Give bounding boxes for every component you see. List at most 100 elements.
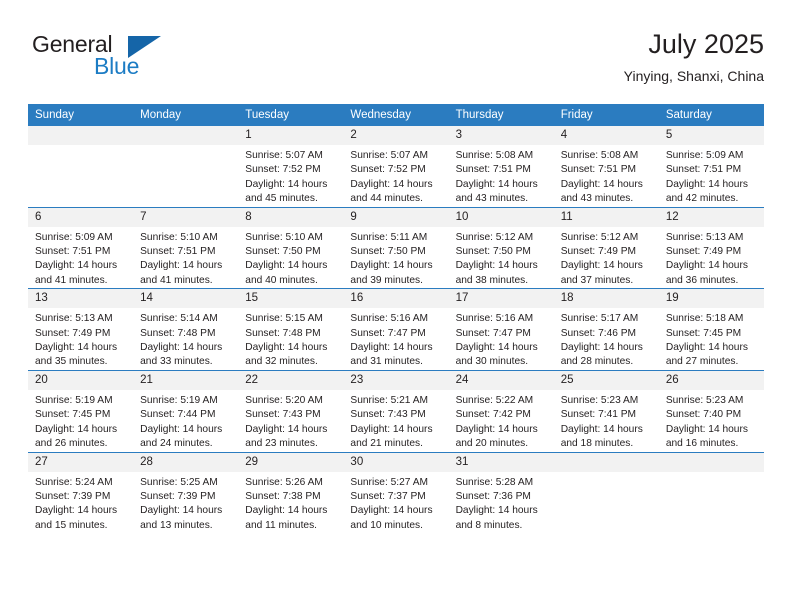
calendar-day-cell[interactable]: 24 Sunrise: 5:22 AM Sunset: 7:42 PM Dayligh… xyxy=(448,369,554,452)
day-number: 29 xyxy=(238,452,344,472)
sunset-text: Sunset: 7:38 PM xyxy=(245,490,321,502)
weekday-header-saturday: Saturday xyxy=(658,104,764,126)
brand-name-blue: Blue xyxy=(94,53,140,79)
day-details: Sunrise: 5:10 AM Sunset: 7:50 PM Daylight:… xyxy=(238,227,343,289)
day-details: Sunrise: 5:19 AM Sunset: 7:45 PM Daylight:… xyxy=(28,390,133,452)
day-details: Sunrise: 5:11 AM Sunset: 7:50 PM Daylight:… xyxy=(343,227,448,289)
calendar-day-cell[interactable]: 28 Sunrise: 5:25 AM Sunset: 7:39 PM Dayligh… xyxy=(133,451,239,534)
day-details: Sunrise: 5:08 AM Sunset: 7:51 PM Daylight:… xyxy=(449,145,554,207)
daylight-text-line1: Daylight: 14 hours xyxy=(560,423,643,435)
daylight-text-line1: Daylight: 14 hours xyxy=(245,260,328,272)
calendar-day-cell[interactable]: 14 Sunrise: 5:14 AM Sunset: 7:48 PM Dayligh… xyxy=(133,288,239,371)
day-number: 1 xyxy=(238,126,344,145)
sunset-text: Sunset: 7:47 PM xyxy=(350,327,426,339)
day-details: Sunrise: 5:17 AM Sunset: 7:46 PM Daylight:… xyxy=(554,308,659,370)
daylight-text-line2: and 10 minutes. xyxy=(350,519,423,531)
day-number: 21 xyxy=(133,370,239,390)
calendar-day-cell[interactable]: 18 Sunrise: 5:17 AM Sunset: 7:46 PM Dayligh… xyxy=(553,288,659,371)
daylight-text-line2: and 35 minutes. xyxy=(35,356,108,368)
weekday-header-monday: Monday xyxy=(133,104,239,126)
calendar-day-cell[interactable]: 16 Sunrise: 5:16 AM Sunset: 7:47 PM Dayligh… xyxy=(343,288,449,371)
sunrise-text: Sunrise: 5:12 AM xyxy=(455,231,534,243)
day-number: 4 xyxy=(553,126,659,145)
sunrise-text: Sunrise: 5:11 AM xyxy=(350,231,428,243)
calendar-day-cell[interactable]: 10 Sunrise: 5:12 AM Sunset: 7:50 PM Dayligh… xyxy=(448,206,554,289)
calendar-day-cell[interactable]: 25 Sunrise: 5:23 AM Sunset: 7:41 PM Dayligh… xyxy=(553,369,659,452)
daylight-text-line2: and 40 minutes. xyxy=(245,274,318,286)
calendar-day-cell[interactable]: 15 Sunrise: 5:15 AM Sunset: 7:48 PM Dayligh… xyxy=(238,288,344,371)
day-details: Sunrise: 5:13 AM Sunset: 7:49 PM Daylight:… xyxy=(659,227,764,289)
calendar-day-cell[interactable]: 12 Sunrise: 5:13 AM Sunset: 7:49 PM Dayligh… xyxy=(658,206,764,289)
day-number xyxy=(553,452,659,472)
day-details: Sunrise: 5:19 AM Sunset: 7:44 PM Daylight:… xyxy=(133,390,238,452)
day-number: 6 xyxy=(28,207,134,227)
sunset-text: Sunset: 7:42 PM xyxy=(455,409,531,421)
calendar-day-cell[interactable]: 11 Sunrise: 5:12 AM Sunset: 7:49 PM Dayligh… xyxy=(553,206,659,289)
sunrise-text: Sunrise: 5:23 AM xyxy=(665,394,744,406)
calendar-day-cell[interactable]: 4 Sunrise: 5:08 AM Sunset: 7:51 PM Daylight… xyxy=(553,126,659,207)
day-details: Sunrise: 5:12 AM Sunset: 7:50 PM Daylight:… xyxy=(449,227,554,289)
calendar-day-cell[interactable]: 19 Sunrise: 5:18 AM Sunset: 7:45 PM Dayligh… xyxy=(658,288,764,371)
sunrise-text: Sunrise: 5:28 AM xyxy=(455,476,534,488)
sunrise-text: Sunrise: 5:22 AM xyxy=(455,394,534,406)
calendar-table: Sunday Monday Tuesday Wednesday Thursday… xyxy=(28,104,764,534)
day-details: Sunrise: 5:26 AM Sunset: 7:38 PM Daylight:… xyxy=(238,472,343,534)
calendar-day-cell[interactable]: 13 Sunrise: 5:13 AM Sunset: 7:49 PM Dayligh… xyxy=(28,288,134,371)
day-details: Sunrise: 5:10 AM Sunset: 7:51 PM Daylight:… xyxy=(133,227,238,289)
daylight-text-line2: and 36 minutes. xyxy=(665,274,739,286)
day-details: Sunrise: 5:21 AM Sunset: 7:43 PM Daylight:… xyxy=(343,390,448,452)
calendar-day-cell[interactable]: 26 Sunrise: 5:23 AM Sunset: 7:40 PM Dayligh… xyxy=(658,369,764,452)
daylight-text-line2: and 39 minutes. xyxy=(350,274,423,286)
calendar-day-cell[interactable]: 30 Sunrise: 5:27 AM Sunset: 7:37 PM Dayligh… xyxy=(343,451,449,534)
calendar-day-cell-empty xyxy=(553,451,659,534)
daylight-text-line2: and 13 minutes. xyxy=(140,519,213,531)
day-number: 20 xyxy=(28,370,134,390)
sunrise-text: Sunrise: 5:09 AM xyxy=(665,150,744,161)
day-number: 9 xyxy=(343,207,449,227)
calendar-day-cell[interactable]: 31 Sunrise: 5:28 AM Sunset: 7:36 PM Dayligh… xyxy=(448,451,554,534)
calendar-day-cell[interactable]: 22 Sunrise: 5:20 AM Sunset: 7:43 PM Dayligh… xyxy=(238,369,344,452)
calendar-day-cell[interactable]: 6 Sunrise: 5:09 AM Sunset: 7:51 PM Daylight… xyxy=(28,206,134,289)
day-details: Sunrise: 5:14 AM Sunset: 7:48 PM Daylight:… xyxy=(133,308,238,370)
sunset-text: Sunset: 7:45 PM xyxy=(35,409,111,421)
sunset-text: Sunset: 7:43 PM xyxy=(350,409,426,421)
calendar-day-cell[interactable]: 20 Sunrise: 5:19 AM Sunset: 7:45 PM Dayligh… xyxy=(28,369,134,452)
sunrise-text: Sunrise: 5:08 AM xyxy=(560,150,639,161)
sunrise-text: Sunrise: 5:16 AM xyxy=(455,313,534,325)
daylight-text-line2: and 28 minutes. xyxy=(560,356,634,368)
daylight-text-line2: and 38 minutes. xyxy=(455,274,529,286)
calendar-day-cell[interactable]: 17 Sunrise: 5:16 AM Sunset: 7:47 PM Dayligh… xyxy=(448,288,554,371)
daylight-text-line2: and 42 minutes. xyxy=(665,193,739,205)
sunrise-text: Sunrise: 5:10 AM xyxy=(245,231,323,243)
daylight-text-line1: Daylight: 14 hours xyxy=(455,505,538,517)
sunrise-text: Sunrise: 5:14 AM xyxy=(140,313,218,325)
calendar-day-cell[interactable]: 8 Sunrise: 5:10 AM Sunset: 7:50 PM Daylight… xyxy=(238,206,344,289)
calendar-day-cell[interactable]: 7 Sunrise: 5:10 AM Sunset: 7:51 PM Daylight… xyxy=(133,206,239,289)
calendar-day-cell[interactable]: 3 Sunrise: 5:08 AM Sunset: 7:51 PM Daylight… xyxy=(448,126,554,207)
sunrise-text: Sunrise: 5:13 AM xyxy=(35,313,113,325)
title-block: July 2025 Yinying, Shanxi, China xyxy=(624,28,764,86)
calendar-day-cell[interactable]: 2 Sunrise: 5:07 AM Sunset: 7:52 PM Daylight… xyxy=(343,126,449,207)
day-details: Sunrise: 5:08 AM Sunset: 7:51 PM Daylight:… xyxy=(554,145,659,207)
sunrise-text: Sunrise: 5:07 AM xyxy=(245,150,323,161)
sunset-text: Sunset: 7:36 PM xyxy=(455,490,531,502)
calendar-day-cell[interactable]: 29 Sunrise: 5:26 AM Sunset: 7:38 PM Dayligh… xyxy=(238,451,344,534)
daylight-text-line1: Daylight: 14 hours xyxy=(140,423,223,435)
daylight-text-line1: Daylight: 14 hours xyxy=(245,178,328,190)
calendar-day-cell[interactable]: 21 Sunrise: 5:19 AM Sunset: 7:44 PM Dayligh… xyxy=(133,369,239,452)
day-number xyxy=(658,452,764,472)
calendar-day-cell[interactable]: 23 Sunrise: 5:21 AM Sunset: 7:43 PM Dayligh… xyxy=(343,369,449,452)
sunrise-text: Sunrise: 5:20 AM xyxy=(245,394,323,406)
weekday-header-sunday: Sunday xyxy=(28,104,134,126)
brand-logo[interactable]: General Blue xyxy=(32,31,212,87)
sunset-text: Sunset: 7:50 PM xyxy=(245,246,321,258)
page-header: General Blue July 2025 Yinying, Shanxi, … xyxy=(28,28,764,98)
sunset-text: Sunset: 7:49 PM xyxy=(560,246,637,258)
calendar-day-cell[interactable]: 5 Sunrise: 5:09 AM Sunset: 7:51 PM Daylight… xyxy=(658,126,764,207)
calendar-day-cell[interactable]: 27 Sunrise: 5:24 AM Sunset: 7:39 PM Dayligh… xyxy=(28,451,134,534)
day-number: 3 xyxy=(448,126,554,145)
calendar-day-cell[interactable]: 9 Sunrise: 5:11 AM Sunset: 7:50 PM Daylight… xyxy=(343,206,449,289)
sunrise-text: Sunrise: 5:15 AM xyxy=(245,313,323,325)
calendar-day-cell[interactable]: 1 Sunrise: 5:07 AM Sunset: 7:52 PM Daylight… xyxy=(238,126,344,207)
sunset-text: Sunset: 7:52 PM xyxy=(245,164,321,176)
